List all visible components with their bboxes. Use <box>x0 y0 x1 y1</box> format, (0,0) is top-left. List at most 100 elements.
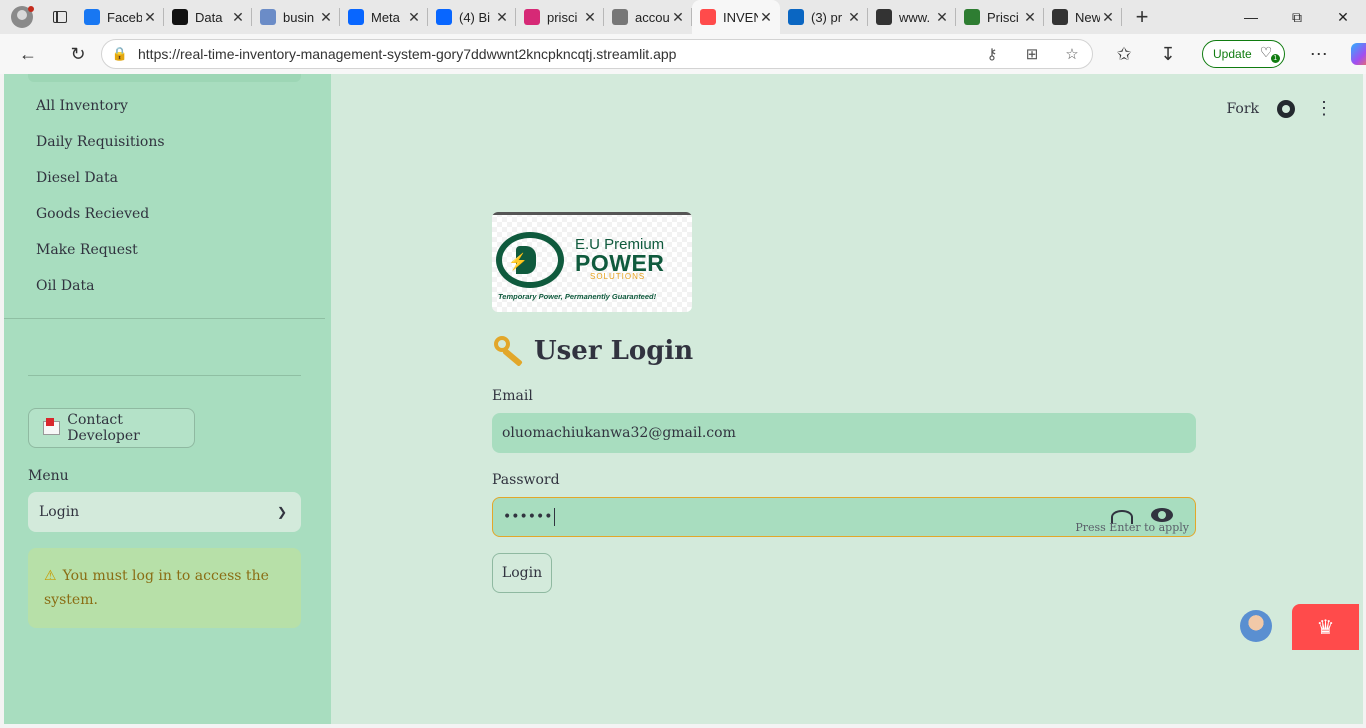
notification-dot <box>28 6 34 12</box>
browser-tab[interactable]: New ✕ <box>1044 0 1122 34</box>
refresh-button[interactable]: ↻ <box>56 34 100 74</box>
menu-select[interactable]: Login ❯ <box>28 492 301 532</box>
close-tab-icon[interactable]: ✕ <box>1100 9 1116 26</box>
close-tab-icon[interactable]: ✕ <box>582 9 598 26</box>
tab-label: prisci <box>547 9 578 25</box>
streamlit-crown-badge[interactable]: ♛ <box>1292 604 1359 650</box>
company-logo: ⚡ E.U Premium POWER SOLUTIONS Temporary … <box>492 212 692 312</box>
close-tab-icon[interactable]: ✕ <box>494 9 510 26</box>
fork-link[interactable]: Fork <box>1226 101 1259 117</box>
more-options-icon[interactable]: ⋮ <box>1315 100 1333 118</box>
update-button[interactable]: Update <box>1202 40 1285 68</box>
key-icon[interactable]: ⚷ <box>972 45 1012 63</box>
github-icon[interactable] <box>1277 100 1295 118</box>
browser-essentials-icon <box>1260 44 1280 63</box>
favorite-star-icon[interactable]: ☆ <box>1052 45 1092 63</box>
close-tab-icon[interactable]: ✕ <box>318 9 334 26</box>
tab-label: accou <box>635 9 670 25</box>
menu-selected-value: Login <box>39 504 80 520</box>
browser-tab-strip: Faceb ✕ Data ✕ busin ✕ Meta ✕ (4) Bi ✕ prisci ✕ acco… <box>0 0 1366 34</box>
tab-label: (4) Bi <box>459 9 491 25</box>
threads-icon <box>172 9 188 25</box>
key-icon <box>492 334 526 368</box>
close-tab-icon[interactable]: ✕ <box>406 9 422 26</box>
tab-label: Faceb <box>107 9 142 25</box>
close-tab-icon[interactable]: ✕ <box>934 9 950 26</box>
sidebar-nav-item[interactable]: Goods Recieved <box>4 196 331 232</box>
email-field[interactable]: oluomachiukanwa32@gmail.com <box>492 413 1196 453</box>
settings-more-icon[interactable]: ⋯ <box>1297 34 1341 74</box>
favorites-icon[interactable]: ✩ <box>1102 34 1146 74</box>
restore-button[interactable]: ⧉ <box>1274 0 1320 34</box>
sidebar-nav-item[interactable]: All Inventory <box>4 88 331 124</box>
logo-top-bar <box>492 212 692 215</box>
close-tab-icon[interactable]: ✕ <box>758 9 774 26</box>
window-controls: — ⧉ ✕ <box>1228 0 1366 34</box>
tab-label: busin <box>283 9 315 25</box>
sidebar-nav-item[interactable]: Daily Requisitions <box>4 124 331 160</box>
instagram-icon <box>524 9 540 25</box>
window-bottom-edge <box>0 724 1366 728</box>
copilot-icon[interactable] <box>1350 43 1366 65</box>
bolt-icon: ⚡ <box>508 254 528 271</box>
globe-icon <box>612 9 628 25</box>
browser-tab[interactable]: (4) Bi ✕ <box>428 0 516 34</box>
contact-developer-button[interactable]: Contact Developer <box>28 408 195 448</box>
browser-tab[interactable]: Data ✕ <box>164 0 252 34</box>
close-tab-icon[interactable]: ✕ <box>670 9 686 26</box>
envelope-icon <box>43 418 61 435</box>
app-install-icon[interactable]: ⊞ <box>1012 45 1052 63</box>
close-window-button[interactable]: ✕ <box>1320 0 1366 34</box>
close-tab-icon[interactable]: ✕ <box>230 9 246 26</box>
browser-tab[interactable]: prisci ✕ <box>516 0 604 34</box>
document-icon <box>876 9 892 25</box>
password-label: Password <box>492 472 560 488</box>
sidebar-nav-item[interactable]: Diesel Data <box>4 160 331 196</box>
browser-tab[interactable]: Prisci ✕ <box>956 0 1044 34</box>
newtab-icon <box>1052 9 1068 25</box>
minimize-button[interactable]: — <box>1228 0 1274 34</box>
close-tab-icon[interactable]: ✕ <box>846 9 862 26</box>
press-enter-hint: Press Enter to apply <box>1075 521 1189 534</box>
tab-actions-button[interactable] <box>44 0 76 34</box>
browser-tab[interactable]: www. ✕ <box>868 0 956 34</box>
tab-actions-icon <box>53 11 67 23</box>
logo-line3: SOLUTIONS <box>590 272 646 281</box>
sidebar-nav-item[interactable]: Oil Data <box>4 268 331 304</box>
close-tab-icon[interactable]: ✕ <box>142 9 158 26</box>
logo-mark <box>496 232 564 288</box>
address-bar[interactable]: 🔒 https://real-time-inventory-management… <box>101 39 1093 69</box>
back-button[interactable]: ← <box>0 34 56 74</box>
url-text: https://real-time-inventory-management-s… <box>138 46 677 62</box>
profile-button[interactable] <box>0 0 44 34</box>
close-tab-icon[interactable]: ✕ <box>1022 9 1038 26</box>
warning-text: You must log in to access the system. <box>44 568 269 608</box>
password-field[interactable]: •••••• Press Enter to apply <box>492 497 1196 537</box>
user-avatar[interactable] <box>1240 610 1272 642</box>
browser-tab[interactable]: INVEN✕ <box>692 0 780 34</box>
new-tab-button[interactable]: + <box>1122 0 1162 34</box>
show-password-icon[interactable] <box>1151 508 1173 522</box>
sidebar-top-item[interactable] <box>28 74 301 82</box>
browser-toolbar: ← ↻ 🔒 https://real-time-inventory-manage… <box>0 34 1366 74</box>
downloads-icon[interactable]: ↧ <box>1146 34 1190 74</box>
site-info-icon[interactable]: 🔒 <box>102 46 138 62</box>
toolbar-right: ✩ ↧ Update ⋯ <box>1102 34 1366 74</box>
login-button[interactable]: Login <box>492 553 552 593</box>
search-icon <box>260 9 276 25</box>
page-title-text: User Login <box>534 336 694 366</box>
browser-tab[interactable]: (3) pr ✕ <box>780 0 868 34</box>
page-content: All Inventory Daily Requisitions Diesel Da… <box>4 74 1363 724</box>
browser-tab[interactable]: Meta ✕ <box>340 0 428 34</box>
leaf-icon <box>964 9 980 25</box>
browser-tab[interactable]: accou ✕ <box>604 0 692 34</box>
tab-label: (3) pr <box>811 9 843 25</box>
tab-list: Faceb ✕ Data ✕ busin ✕ Meta ✕ (4) Bi ✕ prisci ✕ acco… <box>76 0 1122 34</box>
sidebar-nav-item[interactable]: Make Request <box>4 232 331 268</box>
browser-tab[interactable]: Faceb ✕ <box>76 0 164 34</box>
main-area: Fork ⋮ ⚡ E.U Premium POWER SOLUTIONS Tem… <box>331 74 1363 724</box>
chevron-down-icon: ❯ <box>276 505 287 519</box>
warning-icon: ⚠ <box>44 568 57 584</box>
sidebar: All Inventory Daily Requisitions Diesel Da… <box>4 74 331 724</box>
browser-tab[interactable]: busin ✕ <box>252 0 340 34</box>
